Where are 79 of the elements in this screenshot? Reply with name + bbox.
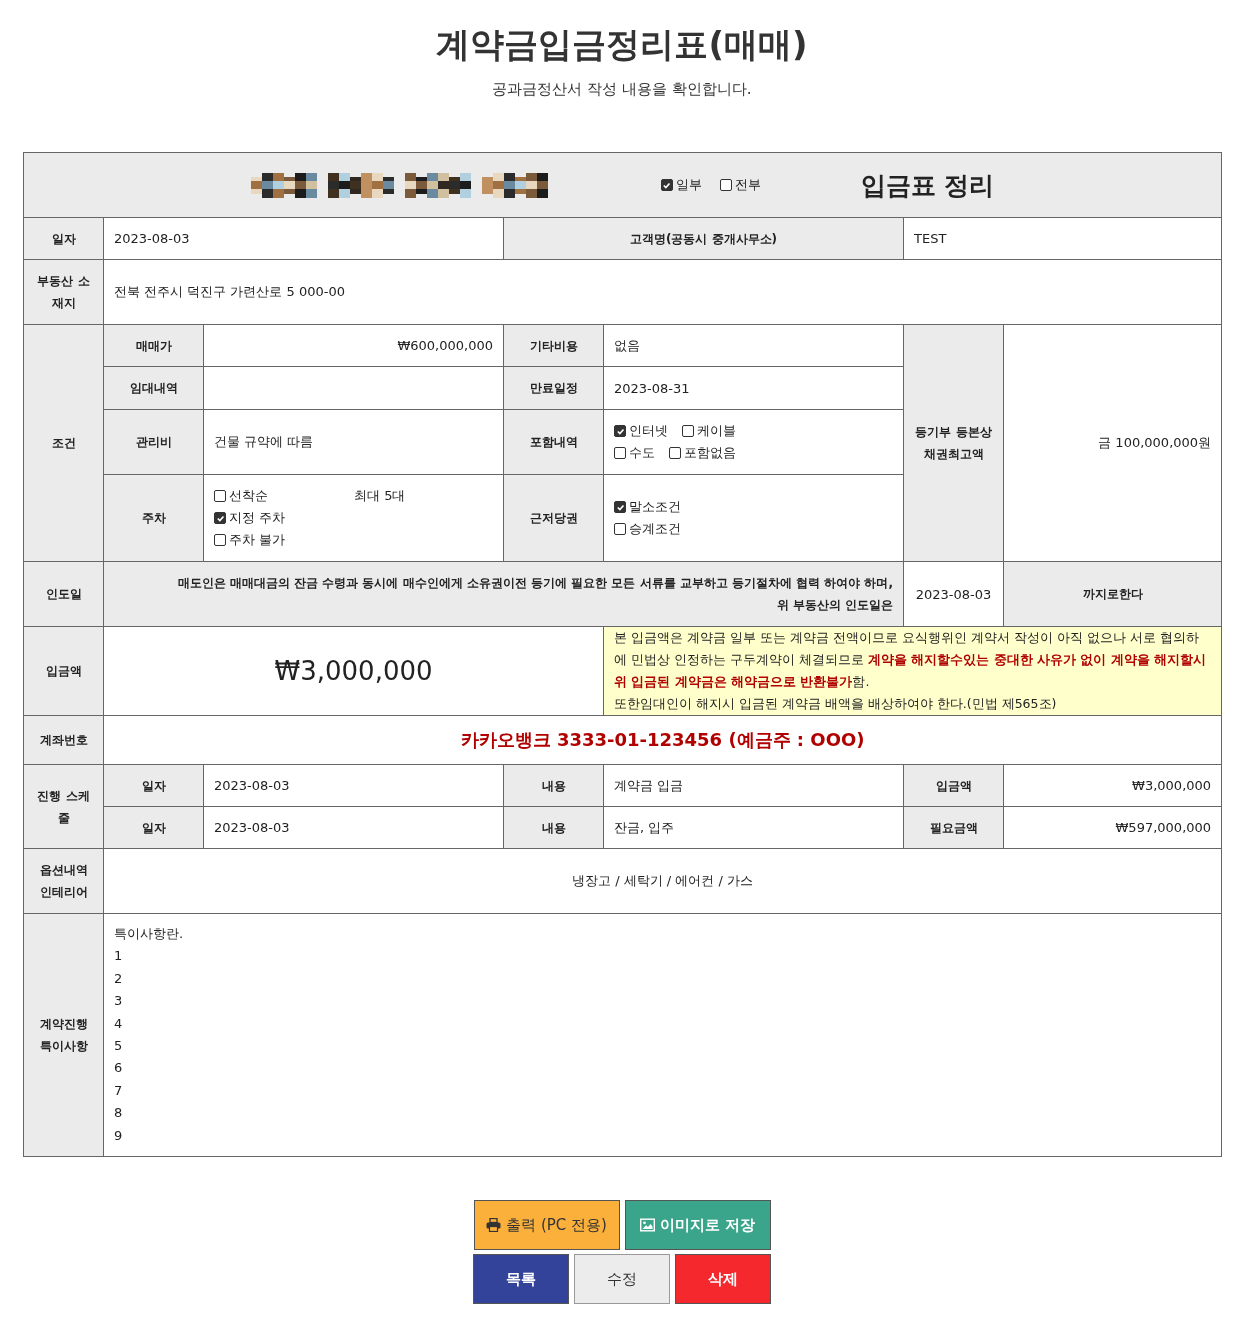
field-label: 만료일정 [503, 366, 604, 410]
checkbox-label: 인터넷 [629, 422, 668, 440]
field-label: 내용 [503, 806, 604, 849]
checkbox-label: 선착순 [229, 487, 268, 505]
checkbox[interactable] [719, 179, 732, 191]
field-label: 내용 [503, 764, 604, 807]
field-label: 옵션내역 인테리어 [23, 848, 104, 914]
field-value: ₩597,000,000 [1003, 806, 1222, 849]
page-title: 계약금입금정리표(매매) [435, 23, 809, 66]
checkbox[interactable] [614, 501, 626, 513]
deposit-amount: ₩3,000,000 [103, 626, 604, 716]
field-label: 임대내역 [103, 366, 204, 410]
field-value: 없음 [603, 324, 904, 367]
field-value: 냉장고 / 세탁기 / 에어컨 / 가스 [103, 848, 1222, 914]
checkbox-label: 일부 [675, 176, 702, 194]
field-label: 주차 [103, 474, 204, 562]
field-value: 전북 전주시 덕진구 가련산로 5 000-00 [103, 259, 1222, 325]
checkbox[interactable] [669, 447, 681, 459]
field-value: 금 100,000,000원 [1003, 324, 1222, 562]
field-value: 계약금 입금 [603, 764, 904, 807]
field-value: 2023-08-03 [203, 764, 504, 807]
checkbox-label: 지정 주차 [229, 509, 286, 527]
delete-button[interactable]: 삭제 [675, 1254, 771, 1304]
field-label: 일자 [23, 217, 104, 260]
field-label: 기타비용 [503, 324, 604, 367]
checkbox[interactable] [682, 425, 694, 437]
field-value: TEST [903, 217, 1222, 260]
field-label: 포함내역 [503, 409, 604, 475]
field-label: 조건 [23, 324, 104, 562]
parking-note: 최대 5대 [354, 487, 407, 505]
field-value: 잔금, 입주 [603, 806, 904, 849]
edit-button[interactable]: 수정 [574, 1254, 670, 1304]
print-button[interactable]: 출력 (PC 전용) [473, 1200, 620, 1250]
checkbox-label: 주차 불가 [229, 531, 286, 549]
checkbox[interactable] [614, 425, 626, 437]
field-value: ₩600,000,000 [203, 324, 504, 367]
field-label: 입금액 [903, 764, 1004, 807]
field-label: 진행 스케줄 [23, 764, 104, 849]
checkbox-label: 전부 [734, 176, 761, 194]
image-icon [639, 1218, 655, 1232]
field-label: 계약진행 특이사항 [23, 913, 104, 1157]
printer-icon [486, 1218, 502, 1232]
form-title: 입금표 정리 [860, 169, 995, 202]
checkbox[interactable] [214, 490, 226, 502]
field-label: 매매가 [103, 324, 204, 367]
checkbox[interactable] [614, 523, 626, 535]
checkbox[interactable] [660, 179, 673, 191]
field-label: 일자 [103, 764, 204, 807]
special-notes: 특이사항란. 1 2 3 4 5 6 7 8 9 [103, 913, 1222, 1157]
field-label: 인도일 [23, 561, 104, 627]
checkbox[interactable] [614, 447, 626, 459]
checkbox-label: 수도 [629, 444, 655, 462]
field-value: 2023-08-03 [103, 217, 504, 260]
field-value: ₩3,000,000 [1003, 764, 1222, 807]
field-label: 등기부 등본상 채권최고액 [903, 324, 1004, 562]
field-label: 까지로한다 [1003, 561, 1222, 627]
checkbox-label: 승계조건 [629, 520, 681, 538]
field-label: 부동산 소재지 [23, 259, 104, 325]
field-label: 근저당권 [503, 474, 604, 562]
handover-terms: 매도인은 매매대금의 잔금 수령과 동시에 매수인에게 소유권이전 등기에 필요한 모든 서류를 교부하고 등기절차에 협력 하여야 하며, 위 부동산의 인도일은 [103, 561, 904, 627]
field-label: 필요금액 [903, 806, 1004, 849]
page-subtitle: 공과금정산서 작성 내용을 확인합니다. [491, 80, 753, 99]
account-number: 카카오뱅크 3333-01-123456 (예금주 : OOO) [103, 715, 1222, 765]
field-label: 계좌번호 [23, 715, 104, 765]
field-label: 관리비 [103, 409, 204, 475]
field-label: 입금액 [23, 626, 104, 716]
field-value: 2023-08-31 [603, 366, 904, 410]
checkbox-label: 케이블 [697, 422, 736, 440]
field-label: 일자 [103, 806, 204, 849]
list-button[interactable]: 목록 [473, 1254, 569, 1304]
checkbox-label: 말소조건 [629, 498, 681, 516]
notice-text: 본 입금액은 계약금 일부 또는 계약금 전액이므로 요식행위인 계약서 작성이 아직 없으나 서로 협의하에 민법상 인정하는 구두계약이 체결되므로 계약을 해지할수있는 중대한 사유가 없이 계약을 해지할시 위 입금된 계약금은 해약금으로 반환불가함. 또한임대인이 해지시 입금된 계약금 배액을 배상하여야 한다.(민법 제565조) [603, 626, 1222, 716]
field-value: 건물 규약에 따름 [203, 409, 504, 475]
field-value: 2023-08-03 [903, 561, 1004, 627]
checkbox[interactable] [214, 534, 226, 546]
checkbox-label: 포함없음 [684, 444, 736, 462]
checkbox[interactable] [214, 512, 226, 524]
field-value: 2023-08-03 [203, 806, 504, 849]
field-label: 고객명(공동시 중개사무소) [503, 217, 904, 260]
